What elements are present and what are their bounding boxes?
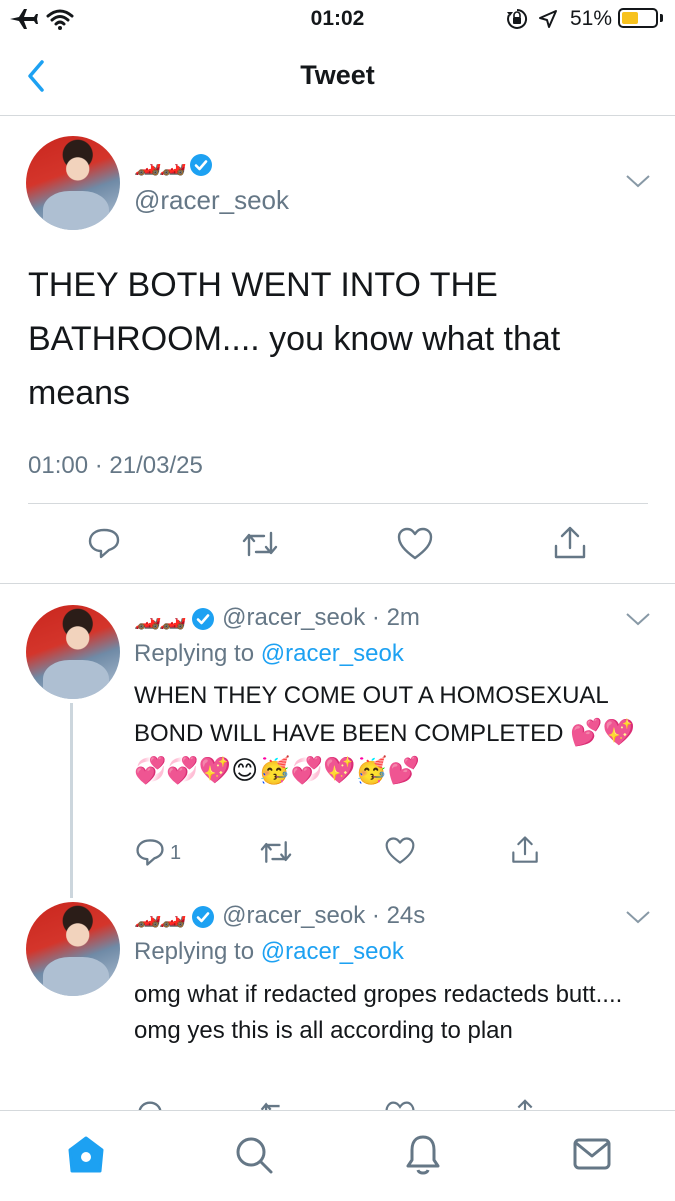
replying-to: Replying to @racer_seok [134, 640, 404, 668]
notifications-icon[interactable] [404, 1133, 442, 1177]
reply-text: omg what if redacted gropes redacteds bu… [134, 981, 623, 1044]
home-icon[interactable] [66, 1135, 106, 1175]
reply-text: WHEN THEY COME OUT A HOMOSEXUAL BOND WIL… [134, 678, 649, 790]
page-title: Tweet [300, 60, 375, 90]
replying-prefix: Replying to [134, 640, 255, 667]
tweet-divider [0, 583, 675, 584]
nav-divider [0, 115, 675, 116]
like-icon[interactable] [384, 836, 416, 866]
reply-avatar[interactable] [26, 605, 120, 699]
battery-level [622, 12, 638, 24]
avatar[interactable] [26, 136, 120, 230]
chevron-down-icon[interactable] [624, 172, 652, 190]
retweet-icon[interactable] [240, 527, 280, 561]
status-bar: 01:02 51% [0, 0, 675, 40]
retweet-icon[interactable] [258, 837, 294, 867]
reply-time: · 24s [371, 902, 426, 929]
tweet-handle[interactable]: @racer_seok [134, 185, 289, 216]
reply-body: WHEN THEY COME OUT A HOMOSEXUAL BOND WIL… [134, 682, 608, 747]
share-icon[interactable] [510, 834, 540, 866]
reply-header: 🏎️🏎️ @racer_seok · 24s [134, 902, 425, 930]
reply-icon[interactable] [134, 836, 166, 868]
reply-avatar[interactable] [26, 902, 120, 996]
orientation-lock-icon [507, 8, 528, 29]
battery-tip [660, 14, 663, 22]
reply-count: 1 [170, 842, 182, 864]
share-icon[interactable] [552, 524, 588, 562]
chevron-down-icon[interactable] [624, 908, 652, 926]
replying-to-link[interactable]: @racer_seok [261, 640, 404, 667]
tweet-timestamp: 01:00 · 21/03/25 [28, 452, 203, 479]
like-icon[interactable] [396, 526, 434, 562]
reply-header: 🏎️🏎️ @racer_seok · 2m [134, 604, 420, 632]
verified-badge-icon [189, 154, 212, 177]
reply-handle[interactable]: @racer_seok [222, 604, 365, 631]
reply-handle[interactable]: @racer_seok [222, 902, 365, 929]
replying-to: Replying to @racer_seok [134, 938, 404, 966]
chevron-down-icon[interactable] [624, 610, 652, 628]
name-emojis[interactable]: 🏎️🏎️ [134, 605, 187, 630]
reply-time: · 2m [371, 604, 420, 631]
timestamp-divider [28, 503, 648, 504]
battery-icon [618, 8, 658, 28]
replying-prefix: Replying to [134, 938, 255, 965]
tweet-text: THEY BOTH WENT INTO THE BATHROOM.... you… [28, 266, 561, 412]
reply-icon[interactable] [86, 525, 122, 561]
thread-line [70, 703, 73, 898]
display-name[interactable]: 🏎️🏎️ [134, 151, 213, 177]
battery-percent: 51% [570, 7, 613, 30]
verified-badge-icon [192, 905, 215, 928]
tab-bar [0, 1110, 675, 1201]
messages-icon[interactable] [572, 1137, 612, 1171]
name-emojis: 🏎️🏎️ [134, 151, 187, 176]
location-icon [539, 10, 557, 28]
search-icon[interactable] [234, 1135, 274, 1175]
name-emojis[interactable]: 🏎️🏎️ [134, 903, 187, 928]
verified-badge-icon [192, 607, 215, 630]
replying-to-link[interactable]: @racer_seok [261, 938, 404, 965]
